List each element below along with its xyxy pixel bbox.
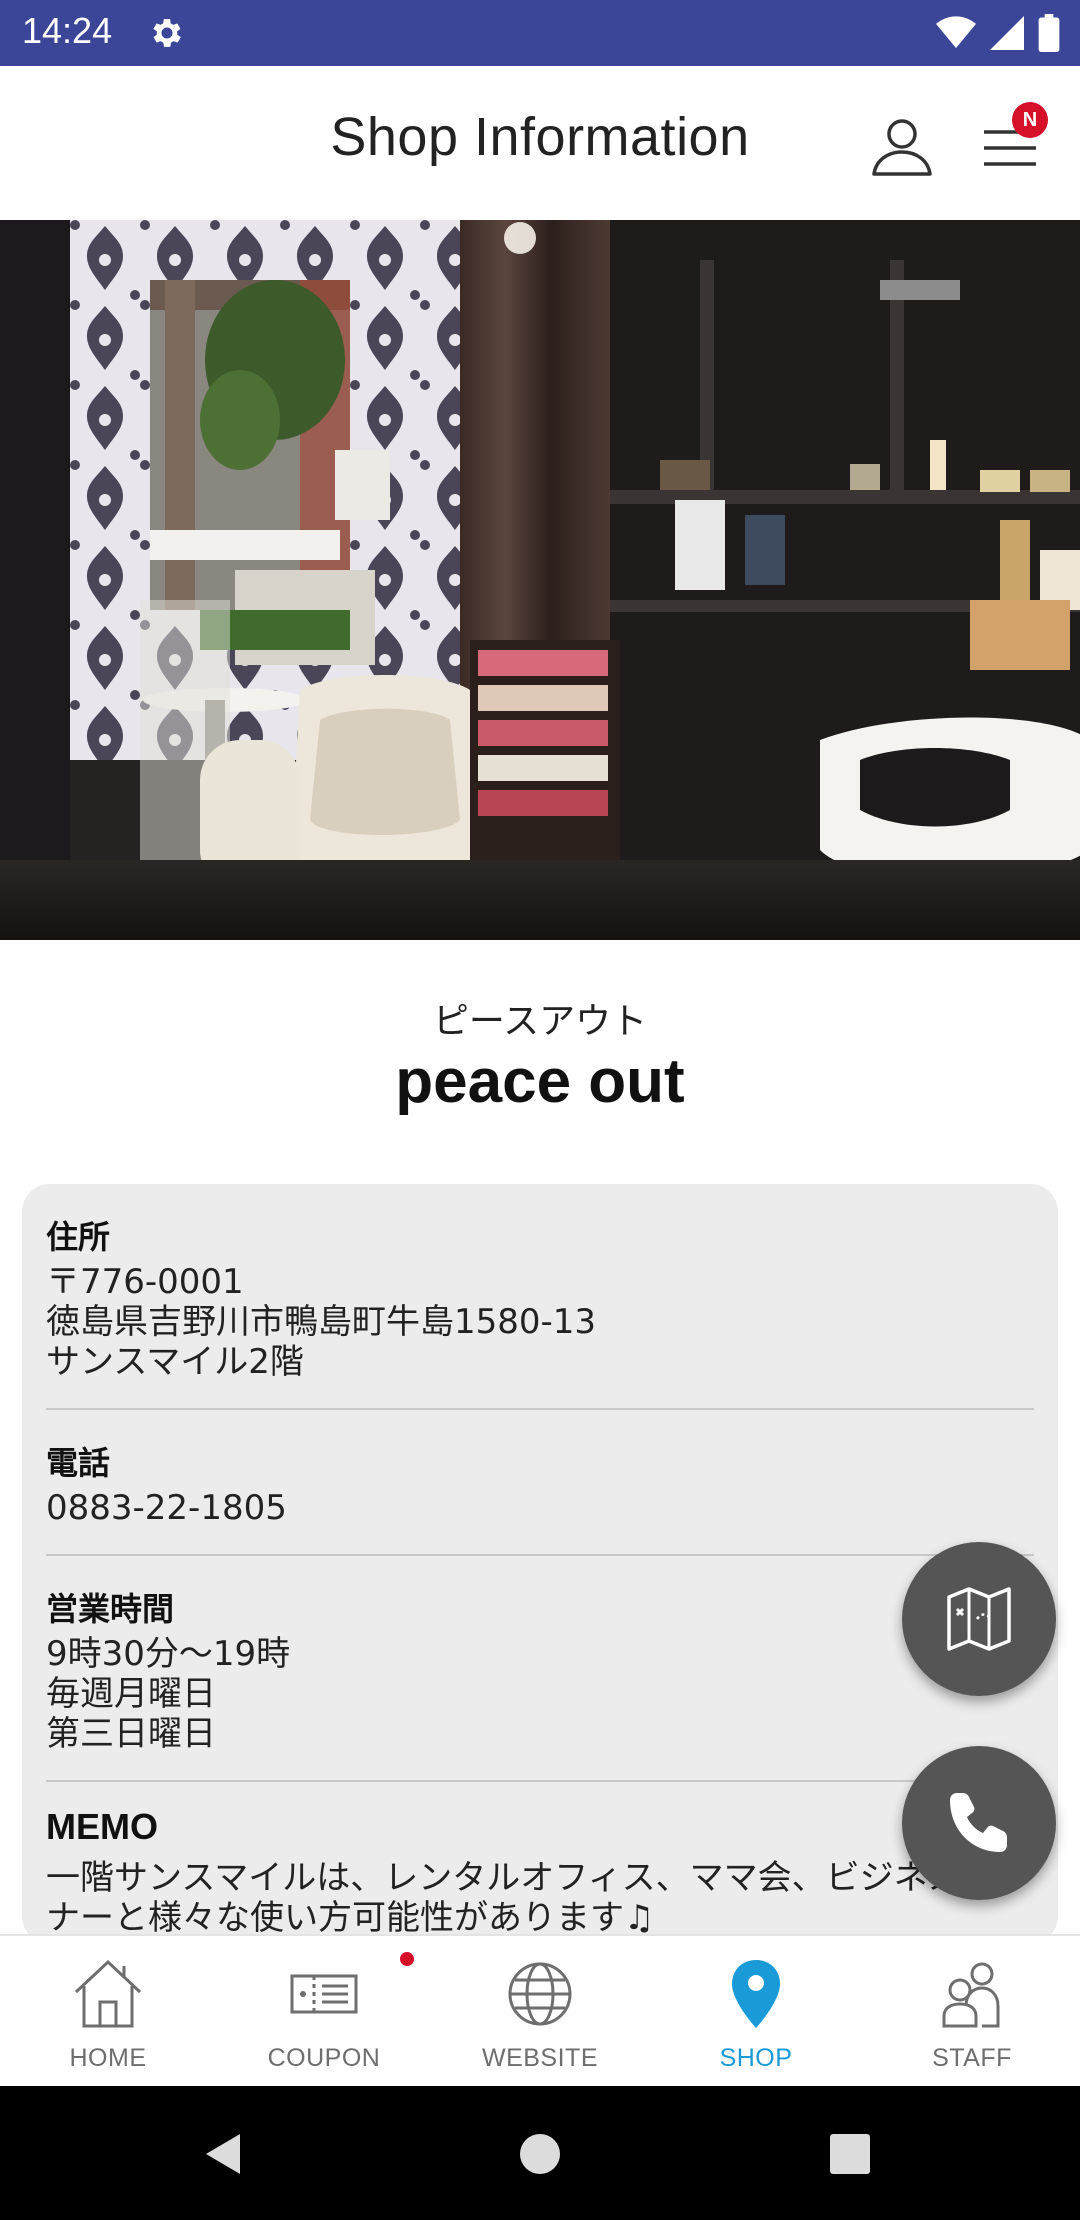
home-circle-icon[interactable] (516, 2130, 564, 2178)
coupon-icon (290, 1974, 358, 2014)
bottom-navigation: HOME COUPON WEBSITE SHOP STAFF (0, 1934, 1080, 2086)
nav-item-website[interactable]: WEBSITE (432, 1936, 648, 2088)
app-header: Shop Information N (0, 66, 1080, 220)
shop-name: peace out (395, 1047, 685, 1116)
map-icon (947, 1587, 1011, 1651)
hours-value: 9時30分〜19時 毎週月曜日 第三日曜日 (46, 1634, 291, 1754)
call-button[interactable] (902, 1746, 1056, 1900)
divider (46, 1554, 1034, 1556)
status-bar: 14:24 (0, 0, 1080, 66)
hours-label: 営業時間 (46, 1590, 175, 1628)
divider (46, 1780, 1034, 1782)
nav-label-coupon: COUPON (267, 2044, 381, 2072)
map-pin-icon (732, 1960, 780, 2028)
nav-label-home: HOME (69, 2044, 147, 2072)
shop-interior-photo (0, 220, 1080, 940)
app-screen: 14:24 Shop Information N ピースアウト peace ou… (0, 0, 1080, 2220)
phone-label: 電話 (46, 1444, 111, 1482)
staff-icon (942, 1962, 1000, 2028)
phone-value[interactable]: 0883-22-1805 (46, 1488, 287, 1528)
map-button[interactable] (902, 1542, 1056, 1696)
divider (46, 1408, 1034, 1410)
back-icon[interactable] (200, 2130, 248, 2178)
coupon-notification-dot (400, 1952, 414, 1966)
address-value: 〒776-0001 徳島県吉野川市鴨島町牛島1580-13 サンスマイル2階 (46, 1262, 597, 1382)
battery-icon (1038, 14, 1060, 52)
wifi-icon (936, 16, 976, 48)
recents-square-icon[interactable] (828, 2132, 872, 2176)
cell-signal-icon (990, 16, 1024, 50)
nav-item-staff[interactable]: STAFF (864, 1936, 1080, 2088)
system-navigation-bar (0, 2086, 1080, 2220)
memo-value: 一階サンスマイルは、レンタルオフィス、ママ会、ビジネス ナーと様々な使い方可能性… (46, 1858, 962, 1938)
nav-item-home[interactable]: HOME (0, 1936, 216, 2088)
notification-badge: N (1012, 102, 1048, 138)
settings-gear-icon (153, 19, 181, 47)
shop-name-kana: ピースアウト (432, 1001, 648, 1042)
nav-label-website: WEBSITE (481, 2044, 598, 2072)
memo-label: MEMO (46, 1806, 158, 1847)
status-icons (936, 12, 1060, 54)
address-label: 住所 (46, 1218, 111, 1256)
home-icon (74, 1959, 142, 2028)
nav-item-shop[interactable]: SHOP (648, 1936, 864, 2088)
nav-label-staff: STAFF (932, 2044, 1012, 2072)
profile-icon[interactable] (866, 110, 938, 182)
globe-icon (508, 1962, 572, 2026)
nav-label-shop: SHOP (719, 2044, 793, 2072)
status-time: 14:24 (22, 10, 113, 51)
phone-icon (950, 1793, 1007, 1852)
